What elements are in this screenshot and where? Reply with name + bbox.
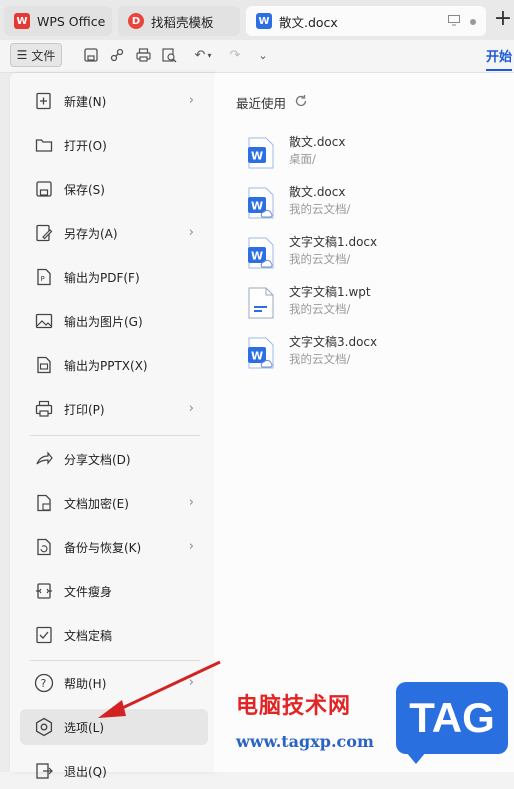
watermark-tag-badge: TAG xyxy=(396,682,508,764)
annotation-arrow xyxy=(98,660,221,718)
watermark-site-name: 电脑技术网 xyxy=(236,694,352,719)
watermark-url: www.tagxp.com xyxy=(236,732,374,751)
